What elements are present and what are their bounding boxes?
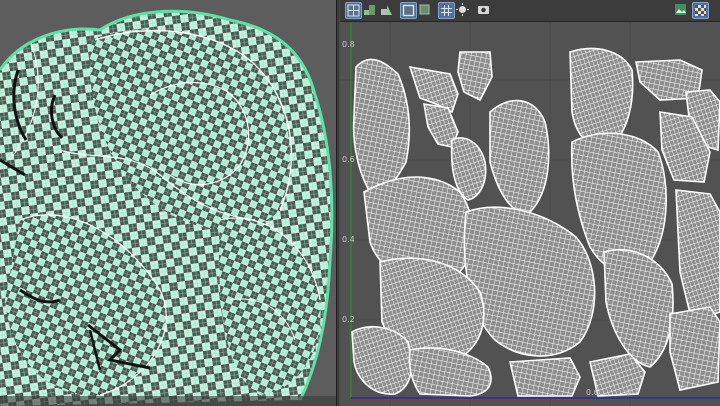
- v-tick-label: 0.6: [342, 155, 355, 164]
- distortion-icon[interactable]: [379, 2, 396, 19]
- 3d-viewport[interactable]: [0, 0, 336, 406]
- pixel-snap-icon[interactable]: [438, 2, 455, 19]
- dim-image-icon[interactable]: [455, 2, 472, 19]
- uv-shells[interactable]: [351, 47, 720, 397]
- uv-toolbar: [340, 0, 720, 22]
- checker-icon[interactable]: [692, 2, 709, 19]
- uv-layout[interactable]: [340, 22, 720, 406]
- uv-border-icon[interactable]: [400, 2, 417, 19]
- v-tick-label: 0.8: [342, 40, 355, 49]
- v-tick-label: 0.2: [342, 315, 355, 324]
- checker-mesh-render[interactable]: [0, 0, 336, 406]
- uv-editor-panel: 0.8 0.6 0.4 0.2 0.6 0.7: [340, 0, 720, 406]
- image-display-icon[interactable]: [673, 2, 690, 19]
- shaded-shells-icon[interactable]: [362, 2, 379, 19]
- grid-icon[interactable]: [345, 2, 362, 19]
- uv-canvas[interactable]: 0.8 0.6 0.4 0.2 0.6 0.7: [340, 22, 720, 406]
- camera-icon[interactable]: [476, 2, 493, 19]
- u-tick-label: 0.6: [586, 388, 599, 397]
- u-tick-label: 0.7: [626, 388, 639, 397]
- v-tick-label: 0.4: [342, 235, 355, 244]
- texture-border-icon[interactable]: [417, 2, 434, 19]
- uv-editing-workspace: 0.8 0.6 0.4 0.2 0.6 0.7: [0, 0, 720, 406]
